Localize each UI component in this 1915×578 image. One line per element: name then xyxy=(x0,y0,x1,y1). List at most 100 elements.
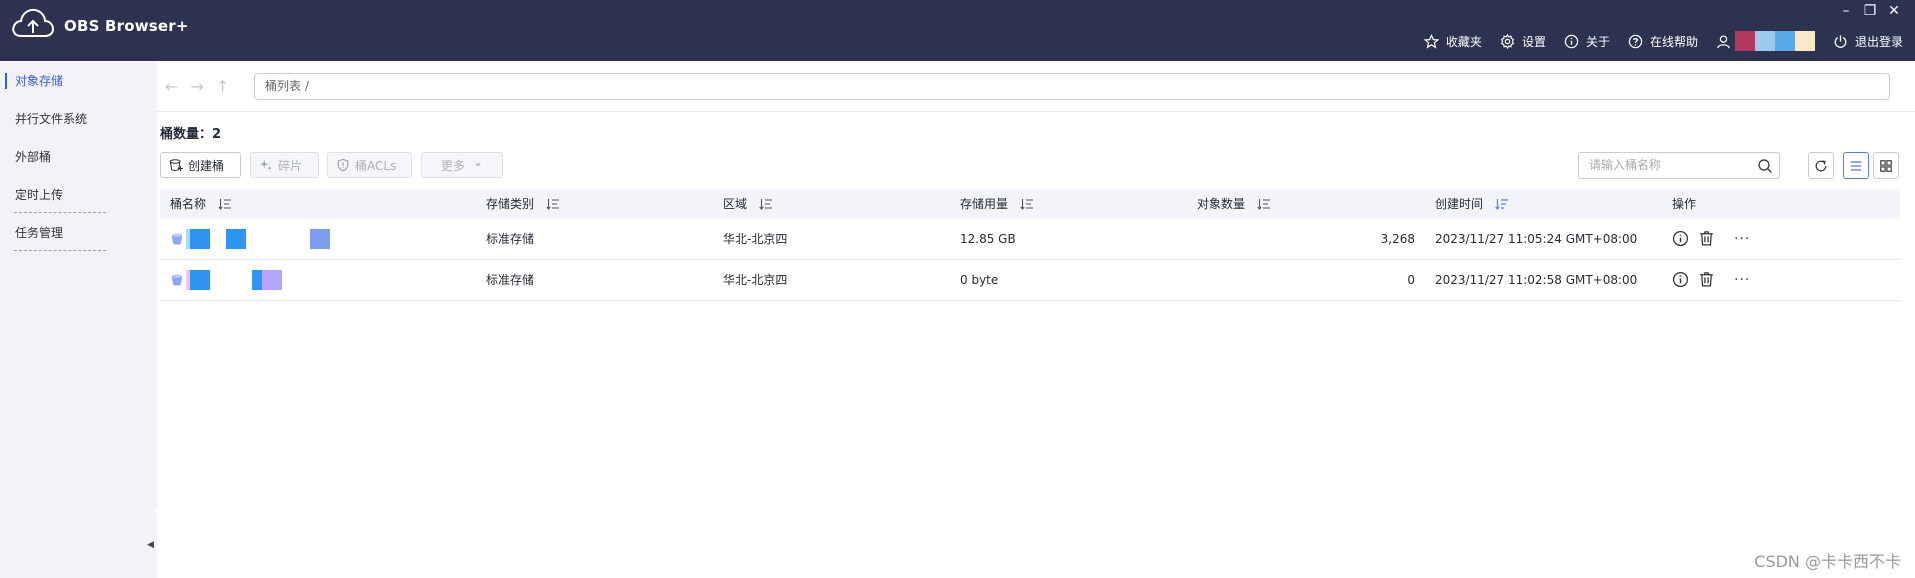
forward-arrow-icon[interactable]: → xyxy=(190,77,203,96)
username-redacted xyxy=(1734,31,1815,51)
grid-view-icon xyxy=(1880,159,1892,172)
sort-active-icon[interactable] xyxy=(1495,198,1509,210)
more-label: 更多 xyxy=(440,158,465,173)
about-label: 关于 xyxy=(1585,34,1610,49)
minimize-button[interactable]: – xyxy=(1839,4,1853,18)
column-header-usage-label: 存储用量 xyxy=(960,197,1009,211)
usage-cell: 0 byte xyxy=(960,273,999,287)
window-controls: – ❐ ✕ xyxy=(1839,4,1901,18)
app-title: OBS Browser+ xyxy=(64,17,189,35)
search-input[interactable]: 请输入桶名称 xyxy=(1578,152,1780,179)
nav-arrows: ← → ↑ xyxy=(165,77,229,96)
about-button[interactable]: 关于 xyxy=(1564,33,1610,50)
up-arrow-icon[interactable]: ↑ xyxy=(216,77,229,96)
info-icon[interactable] xyxy=(1672,271,1689,288)
restore-button[interactable]: ❐ xyxy=(1863,4,1877,18)
online-help-button[interactable]: 在线帮助 xyxy=(1628,33,1698,50)
object-count-cell: 3,268 xyxy=(1380,232,1415,246)
row-actions: ··· xyxy=(1672,230,1750,247)
column-header-created-label: 创建时间 xyxy=(1435,197,1484,211)
back-arrow-icon[interactable]: ← xyxy=(165,77,178,96)
create-bucket-button[interactable]: 创建桶 xyxy=(160,152,241,178)
table-row[interactable]: 标准存储 华北-北京四 0 byte 0 2023/11/27 11:02:58… xyxy=(160,260,1900,301)
header-actions: 收藏夹 设置 关于 在线帮助 退出登录 xyxy=(1406,30,1903,52)
search-icon[interactable] xyxy=(1757,158,1773,174)
refresh-button[interactable] xyxy=(1808,152,1834,179)
storage-class-cell: 标准存储 xyxy=(486,232,535,246)
info-icon[interactable] xyxy=(1672,230,1689,247)
navigation-bar: ← → ↑ 桶列表 / xyxy=(157,61,1915,112)
watermark: CSDN @卡卡西不卡 xyxy=(1754,552,1901,571)
list-view-button[interactable] xyxy=(1843,152,1869,179)
user-account[interactable] xyxy=(1716,31,1815,51)
bucket-name-redacted[interactable] xyxy=(170,270,330,290)
user-icon xyxy=(1717,34,1730,48)
bucket-acls-button[interactable]: 桶ACLs xyxy=(327,152,412,178)
title-bar: OBS Browser+ – ❐ ✕ 收藏夹 设置 关于 在线帮助 退出登录 xyxy=(0,0,1915,61)
more-options-icon[interactable]: ··· xyxy=(1734,272,1750,288)
shield-icon xyxy=(337,158,349,172)
settings-label: 设置 xyxy=(1521,34,1546,49)
path-input[interactable]: 桶列表 / xyxy=(254,73,1890,100)
create-bucket-label: 创建桶 xyxy=(188,158,225,173)
column-header-ops: 操作 xyxy=(1672,189,1696,219)
close-button[interactable]: ✕ xyxy=(1887,4,1901,18)
more-options-icon[interactable]: ··· xyxy=(1734,231,1750,247)
fragments-label: 碎片 xyxy=(278,158,303,173)
column-header-created[interactable]: 创建时间 xyxy=(1435,189,1509,219)
cloud-upload-logo-icon xyxy=(12,8,55,37)
column-header-region[interactable]: 区域 xyxy=(723,189,773,219)
caret-down-icon xyxy=(475,163,481,167)
usage-cell: 12.85 GB xyxy=(960,232,1016,246)
content-gutter xyxy=(145,61,157,510)
bucket-count-label: 桶数量： xyxy=(160,127,213,142)
column-header-name[interactable]: 桶名称 xyxy=(170,189,232,219)
sidebar: 对象存储 并行文件系统 外部桶 定时上传 任务管理 xyxy=(0,61,145,578)
more-dropdown[interactable]: 更多 xyxy=(421,152,503,178)
table-row[interactable]: 标准存储 华北-北京四 12.85 GB 3,268 2023/11/27 11… xyxy=(160,219,1900,260)
sort-icon[interactable] xyxy=(1020,198,1034,210)
region-cell: 华北-北京四 xyxy=(723,232,788,246)
sort-icon[interactable] xyxy=(759,198,773,210)
logout-button[interactable]: 退出登录 xyxy=(1833,33,1903,50)
column-header-storage-class[interactable]: 存储类别 xyxy=(486,189,560,219)
sort-icon[interactable] xyxy=(546,198,560,210)
settings-button[interactable]: 设置 xyxy=(1500,33,1546,50)
created-time-cell: 2023/11/27 11:05:24 GMT+08:00 xyxy=(1435,232,1638,246)
column-header-storage-class-label: 存储类别 xyxy=(486,197,535,211)
trash-icon[interactable] xyxy=(1698,230,1715,247)
row-actions: ··· xyxy=(1672,271,1750,288)
column-header-usage[interactable]: 存储用量 xyxy=(960,189,1034,219)
help-icon xyxy=(1628,34,1643,48)
collapse-arrow-icon: ◀ xyxy=(147,540,154,550)
table-header: 桶名称 存储类别 区域 存储用量 对象数量 创建时间 操作 xyxy=(160,189,1900,219)
sort-icon[interactable] xyxy=(1257,198,1271,210)
sidebar-item-external-bucket[interactable]: 外部桶 xyxy=(0,142,145,172)
storage-class-cell: 标准存储 xyxy=(486,273,535,287)
trash-icon[interactable] xyxy=(1698,271,1715,288)
search-placeholder: 请输入桶名称 xyxy=(1589,158,1662,172)
sidebar-item-task-management[interactable]: 任务管理 xyxy=(0,218,145,248)
sidebar-item-parallel-fs[interactable]: 并行文件系统 xyxy=(0,104,145,134)
fragments-button[interactable]: 碎片 xyxy=(250,152,319,178)
favorites-label: 收藏夹 xyxy=(1445,34,1482,49)
sidebar-item-scheduled-upload[interactable]: 定时上传 xyxy=(0,180,145,210)
sidebar-divider xyxy=(14,212,106,213)
list-view-icon xyxy=(1850,160,1862,171)
column-header-object-count[interactable]: 对象数量 xyxy=(1197,189,1271,219)
gear-icon xyxy=(1500,33,1515,49)
sidebar-divider xyxy=(14,250,106,251)
grid-view-button[interactable] xyxy=(1873,152,1899,179)
refresh-icon xyxy=(1815,159,1827,171)
logout-label: 退出登录 xyxy=(1854,34,1903,49)
sidebar-item-object-storage[interactable]: 对象存储 xyxy=(0,66,145,96)
sparkle-icon xyxy=(259,159,272,171)
power-icon xyxy=(1834,34,1847,48)
sidebar-collapse-button[interactable]: ◀ xyxy=(145,510,157,578)
favorites-button[interactable]: 收藏夹 xyxy=(1423,33,1482,50)
info-icon xyxy=(1564,34,1579,48)
column-header-region-label: 区域 xyxy=(723,197,748,211)
sort-icon[interactable] xyxy=(218,198,232,210)
region-cell: 华北-北京四 xyxy=(723,273,788,287)
bucket-name-redacted[interactable] xyxy=(170,229,330,249)
